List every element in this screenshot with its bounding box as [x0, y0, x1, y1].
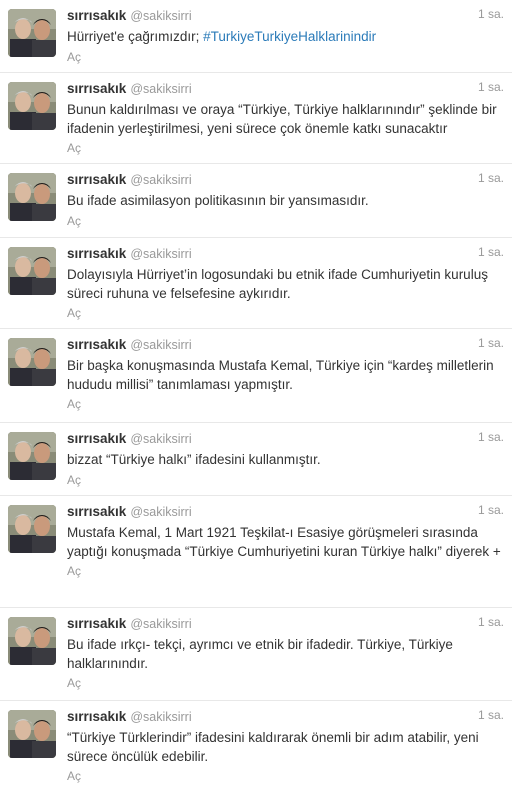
tweet-header: sırrısakık @sakiksirri: [67, 80, 504, 98]
tweet-content: sırrısakık @sakiksirri 1 sa. bizzat “Tür…: [67, 430, 504, 488]
user-handle[interactable]: @sakiksirri: [130, 708, 191, 726]
profile-photo-icon: [8, 247, 56, 295]
hashtag-link[interactable]: #TurkiyeTurkiyeHalklarinindir: [203, 29, 376, 44]
tweet-header: sırrısakık @sakiksirri: [67, 615, 504, 633]
expand-link[interactable]: Aç: [67, 769, 504, 784]
expand-link[interactable]: Aç: [67, 306, 504, 321]
timestamp[interactable]: 1 sa.: [478, 7, 504, 21]
tweet[interactable]: sırrısakık @sakiksirri 1 sa. Mustafa Kem…: [0, 496, 512, 608]
expand-link[interactable]: Aç: [67, 214, 504, 229]
tweet-text: “Türkiye Türklerindir” ifadesini kaldıra…: [67, 730, 479, 764]
user-handle[interactable]: @sakiksirri: [130, 171, 191, 189]
tweet-content: sırrısakık @sakiksirri 1 sa. “Türkiye Tü…: [67, 708, 504, 784]
timestamp[interactable]: 1 sa.: [478, 80, 504, 94]
timeline: sırrısakık @sakiksirri 1 sa. Hürriyet'e …: [0, 0, 512, 789]
tweet-text: Bir başka konuşmasında Mustafa Kemal, Tü…: [67, 358, 494, 392]
avatar[interactable]: [8, 432, 56, 480]
expand-link[interactable]: Aç: [67, 50, 504, 65]
avatar[interactable]: [8, 617, 56, 665]
tweet-header: sırrısakık @sakiksirri: [67, 245, 504, 263]
timestamp[interactable]: 1 sa.: [478, 336, 504, 350]
user-handle[interactable]: @sakiksirri: [130, 336, 191, 354]
user-name[interactable]: sırrısakık: [67, 336, 126, 354]
profile-photo-icon: [8, 338, 56, 386]
user-name[interactable]: sırrısakık: [67, 615, 126, 633]
tweet-header: sırrısakık @sakiksirri: [67, 171, 504, 189]
tweet-text: Bu ifade ırkçı- tekçi, ayrımcı ve etnik …: [67, 637, 453, 671]
profile-photo-icon: [8, 82, 56, 130]
profile-photo-icon: [8, 9, 56, 57]
profile-photo-icon: [8, 710, 56, 758]
avatar[interactable]: [8, 710, 56, 758]
tweet-header: sırrısakık @sakiksirri: [67, 7, 504, 25]
expand-link[interactable]: Aç: [67, 397, 504, 412]
user-name[interactable]: sırrısakık: [67, 430, 126, 448]
avatar[interactable]: [8, 9, 56, 57]
user-handle[interactable]: @sakiksirri: [130, 430, 191, 448]
timestamp[interactable]: 1 sa.: [478, 503, 504, 517]
profile-photo-icon: [8, 432, 56, 480]
user-name[interactable]: sırrısakık: [67, 171, 126, 189]
user-handle[interactable]: @sakiksirri: [130, 80, 191, 98]
tweet-text: Hürriyet'e çağrımızdır; #TurkiyeTurkiyeH…: [67, 28, 504, 47]
timestamp[interactable]: 1 sa.: [478, 245, 504, 259]
tweet-content: sırrısakık @sakiksirri 1 sa. Bir başka k…: [67, 336, 504, 412]
tweet-header: sırrısakık @sakiksirri: [67, 336, 504, 354]
tweet[interactable]: sırrısakık @sakiksirri 1 sa. bizzat “Tür…: [0, 423, 512, 496]
tweet-content: sırrısakık @sakiksirri 1 sa. Bu ifade as…: [67, 171, 504, 229]
tweet[interactable]: sırrısakık @sakiksirri 1 sa. Bir başka k…: [0, 329, 512, 423]
expand-link[interactable]: Aç: [67, 141, 504, 156]
tweet-content: sırrısakık @sakiksirri 1 sa. Hürriyet'e …: [67, 7, 504, 65]
user-name[interactable]: sırrısakık: [67, 503, 126, 521]
tweet[interactable]: sırrısakık @sakiksirri 1 sa. Bunun kaldı…: [0, 73, 512, 164]
tweet-text-body: Hürriyet'e çağrımızdır;: [67, 29, 204, 44]
user-handle[interactable]: @sakiksirri: [130, 245, 191, 263]
tweet-content: sırrısakık @sakiksirri 1 sa. Bu ifade ır…: [67, 615, 504, 691]
expand-link[interactable]: Aç: [67, 564, 504, 579]
user-name[interactable]: sırrısakık: [67, 245, 126, 263]
user-handle[interactable]: @sakiksirri: [130, 615, 191, 633]
tweet-text: Mustafa Kemal, 1 Mart 1921 Teşkilat-ı Es…: [67, 525, 501, 559]
profile-photo-icon: [8, 617, 56, 665]
tweet-text: bizzat “Türkiye halkı” ifadesini kullanm…: [67, 452, 321, 467]
timestamp[interactable]: 1 sa.: [478, 171, 504, 185]
tweet-header: sırrısakık @sakiksirri: [67, 708, 504, 726]
tweet-content: sırrısakık @sakiksirri 1 sa. Bunun kaldı…: [67, 80, 504, 156]
avatar[interactable]: [8, 505, 56, 553]
tweet-text: Bu ifade asimilasyon politikasının bir y…: [67, 193, 369, 208]
tweet[interactable]: sırrısakık @sakiksirri 1 sa. Bu ifade as…: [0, 164, 512, 238]
user-handle[interactable]: @sakiksirri: [130, 7, 191, 25]
tweet-content: sırrısakık @sakiksirri 1 sa. Mustafa Kem…: [67, 503, 504, 579]
timestamp[interactable]: 1 sa.: [478, 708, 504, 722]
tweet-content: sırrısakık @sakiksirri 1 sa. Dolayısıyla…: [67, 245, 504, 321]
profile-photo-icon: [8, 505, 56, 553]
user-handle[interactable]: @sakiksirri: [130, 503, 191, 521]
user-name[interactable]: sırrısakık: [67, 80, 126, 98]
avatar[interactable]: [8, 82, 56, 130]
tweet-text: Bunun kaldırılması ve oraya “Türkiye, Tü…: [67, 102, 497, 136]
tweet[interactable]: sırrısakık @sakiksirri 1 sa. Dolayısıyla…: [0, 238, 512, 329]
avatar[interactable]: [8, 247, 56, 295]
tweet-header: sırrısakık @sakiksirri: [67, 503, 504, 521]
expand-link[interactable]: Aç: [67, 676, 504, 691]
tweet[interactable]: sırrısakık @sakiksirri 1 sa. Hürriyet'e …: [0, 0, 512, 73]
tweet-text: Dolayısıyla Hürriyet’in logosundaki bu e…: [67, 267, 488, 301]
tweet[interactable]: sırrısakık @sakiksirri 1 sa. Bu ifade ır…: [0, 608, 512, 701]
tweet[interactable]: sırrısakık @sakiksirri 1 sa. “Türkiye Tü…: [0, 701, 512, 789]
avatar[interactable]: [8, 338, 56, 386]
user-name[interactable]: sırrısakık: [67, 7, 126, 25]
user-name[interactable]: sırrısakık: [67, 708, 126, 726]
timestamp[interactable]: 1 sa.: [478, 430, 504, 444]
expand-link[interactable]: Aç: [67, 473, 504, 488]
timestamp[interactable]: 1 sa.: [478, 615, 504, 629]
avatar[interactable]: [8, 173, 56, 221]
tweet-header: sırrısakık @sakiksirri: [67, 430, 504, 448]
profile-photo-icon: [8, 173, 56, 221]
